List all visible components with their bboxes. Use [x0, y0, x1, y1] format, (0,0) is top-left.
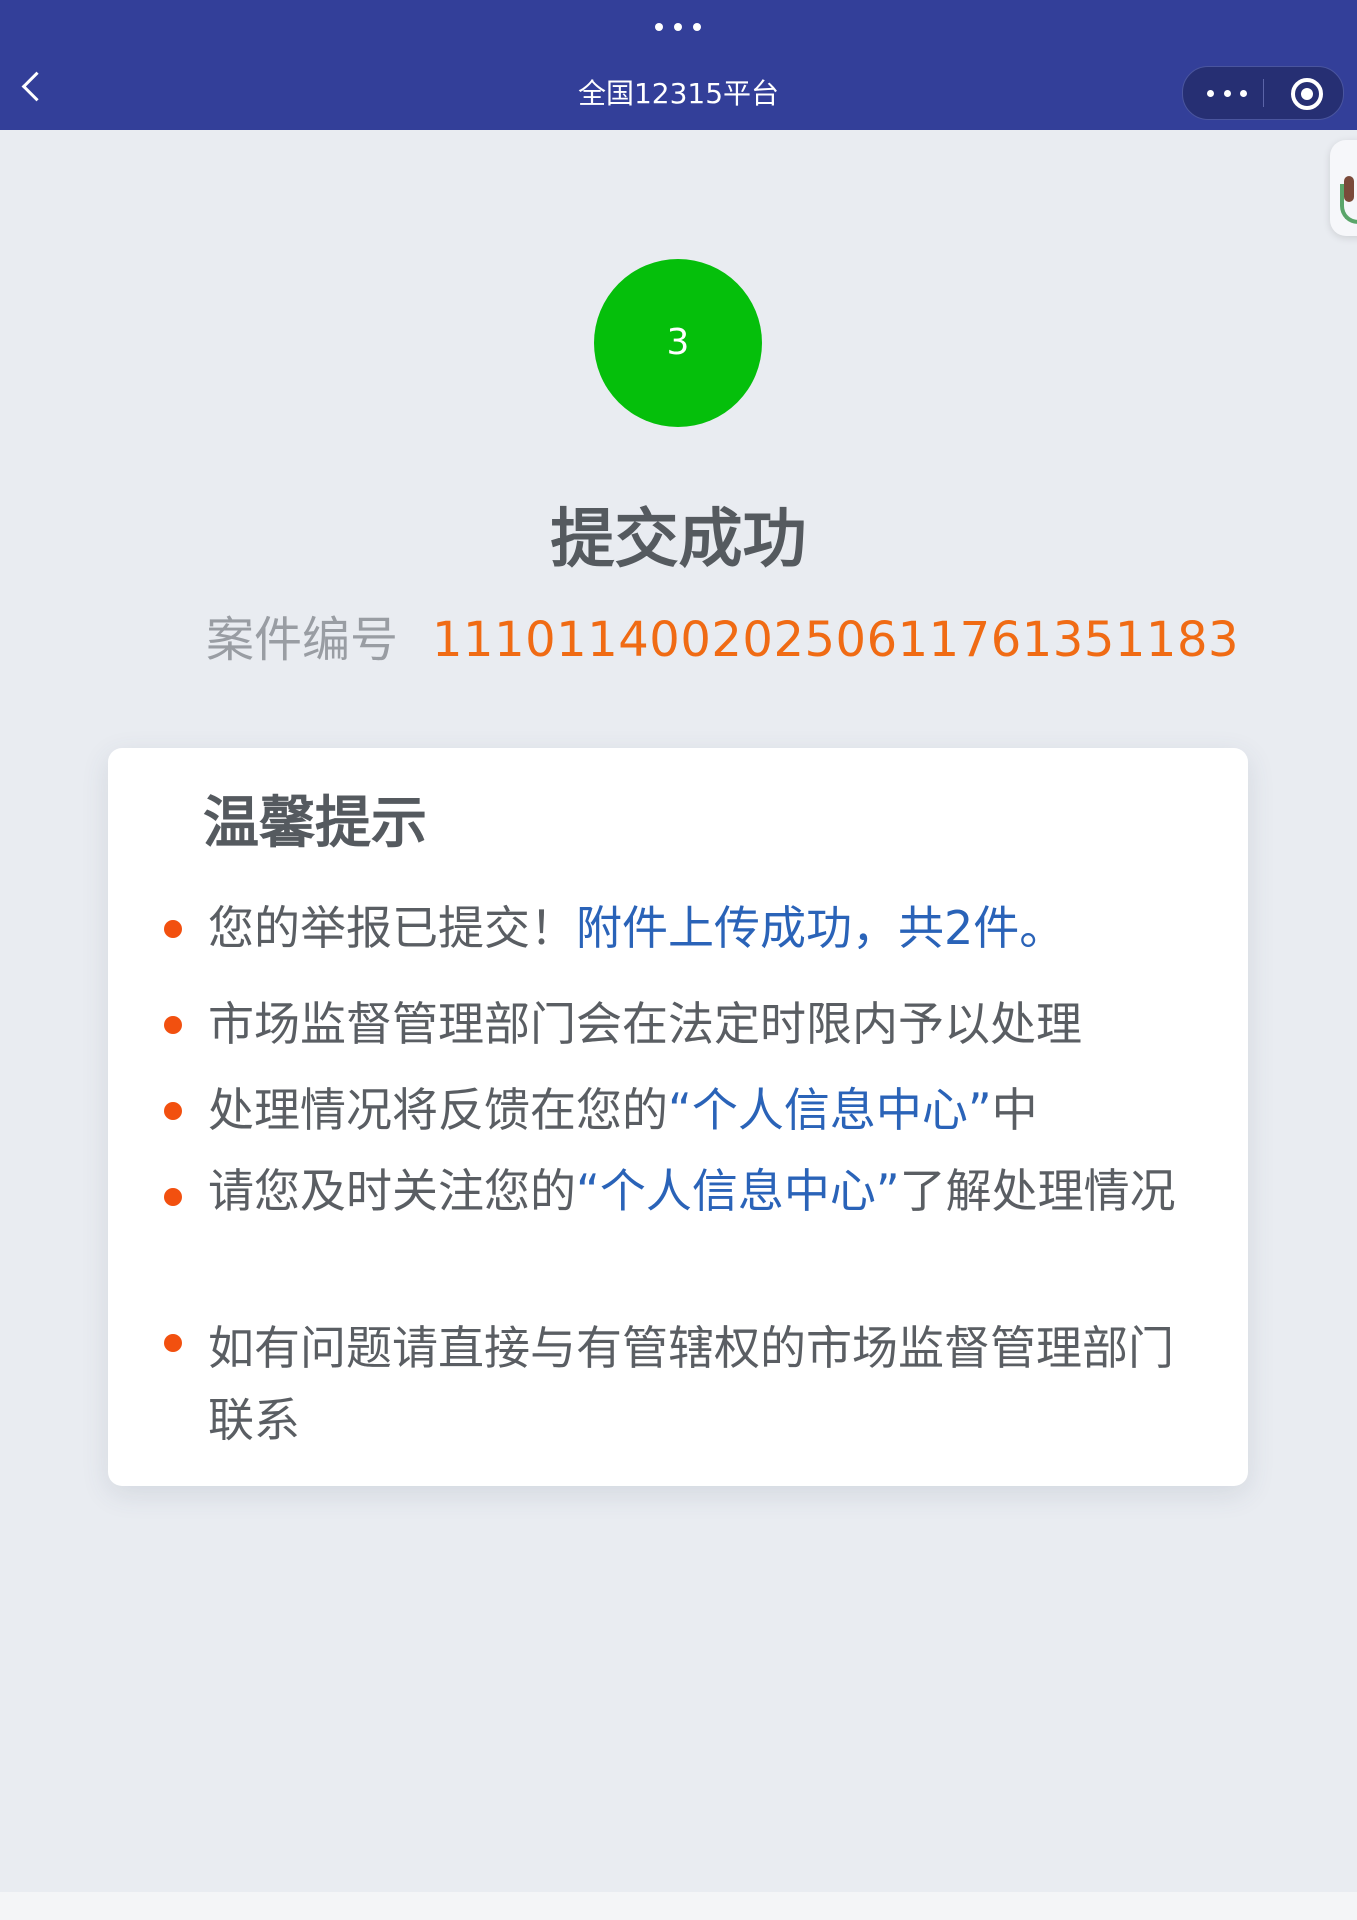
tip-text: 您的举报已提交！ [208, 901, 576, 955]
case-number-label: 案件编号 [206, 612, 399, 668]
capsule-divider [1263, 79, 1264, 107]
bottom-strip [0, 1892, 1357, 1920]
step-indicator: 3 [594, 259, 762, 427]
tip-text: 市场监督管理部门会在法定时限内予以处理 [208, 997, 1082, 1051]
tip-highlight: “个人信息中心” [668, 1083, 992, 1137]
bullet-dot-icon [164, 1016, 182, 1034]
tip-text: 请您及时关注您的 [208, 1164, 576, 1218]
tip-text: 中 [991, 1083, 1038, 1137]
tip-highlight: 附件上传成功，共2件。 [576, 901, 1066, 955]
case-number-value: 11101140020250611761351183 [432, 612, 1240, 668]
side-tab-figure-icon [1344, 176, 1354, 202]
bullet-dot-icon [164, 1102, 182, 1120]
page-handle-dots-icon [655, 20, 701, 34]
floating-side-tab[interactable] [1330, 140, 1357, 236]
bullet-dot-icon [164, 1334, 182, 1352]
page-title: 全国12315平台 [577, 77, 780, 110]
bullet-dot-icon [164, 920, 182, 938]
case-number-row: 案件编号 11101140020250611761351183 [206, 605, 1239, 675]
tip-text: 了解处理情况 [899, 1164, 1176, 1218]
tip-highlight: “个人信息中心” [576, 1164, 900, 1218]
tip-text: 如有问题请直接与有管辖权的市场监督管理部门联系 [208, 1321, 1174, 1447]
tip-text: 处理情况将反馈在您的 [208, 1083, 668, 1137]
target-circle-icon[interactable] [1291, 78, 1323, 110]
miniprogram-capsule [1182, 66, 1344, 120]
bullet-dot-icon [164, 1188, 182, 1206]
tips-title: 温馨提示 [203, 791, 427, 856]
more-dots-icon[interactable] [1207, 67, 1247, 119]
success-title: 提交成功 [550, 503, 807, 577]
tips-card: 温馨提示 您的举报已提交！附件上传成功，共2件。 市场监督管理部门会在法定时限内… [108, 748, 1248, 1486]
top-nav-bar: 全国12315平台 [0, 0, 1357, 130]
